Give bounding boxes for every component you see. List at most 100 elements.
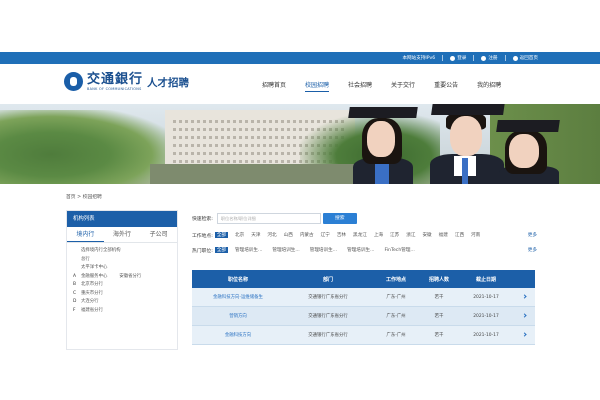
column-header: 部门 <box>322 276 333 283</box>
category-label: 热门职位: <box>192 248 213 254</box>
job-title-link[interactable]: 金融科技方向 <box>192 332 284 338</box>
category-filter: 热门职位: 全部 管理培训生... 管理培训生... 管理培训生... 管理培训… <box>192 244 537 256</box>
location-option[interactable]: 浙江 <box>406 232 415 238</box>
nav-recruit-home[interactable]: 招聘首页 <box>262 80 286 92</box>
location-option[interactable]: 河北 <box>267 232 276 238</box>
location-option[interactable]: 江西 <box>455 232 464 238</box>
category-option[interactable]: 管理培训生... <box>310 247 337 253</box>
org-list-item[interactable]: D 大连分行 <box>73 298 171 307</box>
category-option[interactable]: 全部 <box>214 247 229 253</box>
category-option[interactable]: 管理培训生... <box>235 247 262 253</box>
location-label: 工作地点: <box>192 233 213 239</box>
home-icon <box>512 55 518 61</box>
column-header: 职位名称 <box>227 276 248 283</box>
org-name: 总行 <box>81 256 90 262</box>
location-option[interactable]: 河南 <box>471 232 480 238</box>
location-option[interactable]: 黑龙江 <box>353 232 367 238</box>
deadline-cell: 2021-10-17 <box>473 294 499 300</box>
graduate-figure <box>495 118 565 184</box>
sidebar-tabs: 境内行 海外行 子公司 <box>67 227 177 243</box>
register-link[interactable]: 注册 <box>481 55 498 61</box>
location-option[interactable]: 天津 <box>251 232 260 238</box>
table-row[interactable]: 营销方向 交通银行广东省分行 广东-广州 若干 2021-10-17 <box>192 307 535 326</box>
department-cell: 交通银行广东省分行 <box>308 333 348 338</box>
banner-trees <box>0 110 170 184</box>
deadline-cell: 2021-10-17 <box>473 313 499 319</box>
chevron-right-icon[interactable] <box>522 312 527 318</box>
edit-icon <box>481 55 487 61</box>
search-button[interactable]: 搜索 <box>322 212 357 224</box>
nav-campus-recruit[interactable]: 校园招聘 <box>305 80 330 92</box>
org-list-item[interactable]: 太平洋卡中心 <box>73 264 171 273</box>
org-list: 选择境内行全部机构 总行 太平洋卡中心 A 金融服务中心 安徽省分行 B 北京市分行 … <box>67 243 177 319</box>
job-title-link[interactable]: 营销方向 <box>192 313 284 319</box>
org-list-item[interactable]: 总行 <box>73 256 171 265</box>
bank-logo[interactable]: 交通銀行 BANK OF COMMUNICATIONS 人才招聘 <box>64 72 189 91</box>
location-option[interactable]: 福建 <box>439 232 448 238</box>
org-name: 大连分行 <box>81 299 99 304</box>
org-list-item[interactable]: C 重庆市分行 <box>73 290 171 299</box>
location-option[interactable]: 山西 <box>284 232 293 238</box>
category-more-link[interactable]: 更多 <box>528 247 537 253</box>
org-name: 金融服务中心 <box>81 273 108 279</box>
nav-announcements[interactable]: 重要公告 <box>434 80 458 92</box>
ipv6-notice: 本网站支持IPv6 <box>402 56 436 61</box>
nav-about[interactable]: 关于交行 <box>391 80 415 92</box>
search-input[interactable]: 职位名称/职位详细 <box>216 212 321 224</box>
back-home-link[interactable]: 返回首页 <box>512 55 538 61</box>
location-cell: 广东-广州 <box>386 295 406 300</box>
table-row[interactable]: 金融科技方向-运维储备生 交通银行广东省分行 广东-广州 若干 2021-10-… <box>192 288 535 307</box>
index-letter: C <box>73 290 77 296</box>
tab-subsidiaries[interactable]: 子公司 <box>140 227 177 242</box>
headcount-cell: 若干 <box>434 333 444 338</box>
tab-overseas[interactable]: 海外行 <box>104 227 141 242</box>
category-option[interactable]: FinTech管理... <box>384 247 414 253</box>
divider <box>473 55 475 61</box>
org-list-item[interactable]: F 福建省分行 <box>73 307 171 316</box>
headcount-cell: 若干 <box>434 314 444 319</box>
org-sidebar: 机构列表 境内行 海外行 子公司 选择境内行全部机构 总行 太平洋卡中心 A 金融… <box>66 210 178 350</box>
location-option[interactable]: 全部 <box>214 232 229 238</box>
table-body: 金融科技方向-运维储备生 交通银行广东省分行 广东-广州 若干 2021-10-… <box>192 288 535 345</box>
breadcrumb[interactable]: 首页 > 校园招聘 <box>66 193 102 200</box>
index-letter: B <box>73 282 77 287</box>
location-option[interactable]: 安徽 <box>422 232 431 238</box>
bank-name-cn: 交通銀行 <box>87 71 144 87</box>
org-list-item[interactable]: A 金融服务中心 安徽省分行 <box>73 273 171 282</box>
column-header: 工作地点 <box>385 276 406 283</box>
table-row[interactable]: 金融科技方向 交通银行广东省分行 广东-广州 若干 2021-10-17 <box>192 326 535 345</box>
column-header: 截止日期 <box>475 276 496 283</box>
org-list-item[interactable]: 选择境内行全部机构 <box>73 247 171 256</box>
org-name: 选择境内行全部机构 <box>81 248 121 253</box>
login-label: 登录 <box>457 56 467 61</box>
nav-social-recruit[interactable]: 社会招聘 <box>348 80 372 92</box>
deadline-cell: 2021-10-17 <box>473 332 499 338</box>
location-option[interactable]: 上海 <box>374 232 383 238</box>
login-link[interactable]: 登录 <box>450 55 466 61</box>
job-title-link[interactable]: 金融科技方向-运维储备生 <box>192 294 284 300</box>
category-option[interactable]: 管理培训生... <box>347 247 374 253</box>
table-header: 职位名称 部门 工作地点 招聘人数 截止日期 <box>192 270 535 288</box>
location-option[interactable]: 北京 <box>235 232 244 238</box>
location-filter: 工作地点: 全部 北京 天津 河北 山西 内蒙古 辽宁 吉林 黑龙江 上海 江苏… <box>192 229 537 241</box>
bank-name-en: BANK OF COMMUNICATIONS <box>87 86 142 91</box>
headcount-cell: 若干 <box>434 295 444 300</box>
tab-domestic[interactable]: 境内行 <box>67 227 104 242</box>
index-letter: F <box>73 307 76 313</box>
location-option[interactable]: 内蒙古 <box>300 232 314 238</box>
org-list-item[interactable]: B 北京市分行 <box>73 281 171 290</box>
index-letter: D <box>73 299 77 304</box>
category-option[interactable]: 管理培训生... <box>272 247 299 253</box>
location-option[interactable]: 江苏 <box>390 232 399 238</box>
bank-logo-icon <box>64 72 83 91</box>
utility-bar: 本网站支持IPv6 登录 注册 返回首页 <box>0 52 600 64</box>
hero-banner-image <box>0 104 600 184</box>
location-option[interactable]: 吉林 <box>337 232 346 238</box>
nav-my-recruit[interactable]: 我的招聘 <box>477 80 501 92</box>
chevron-right-icon[interactable] <box>522 331 527 337</box>
org-name[interactable]: 安徽省分行 <box>119 273 141 282</box>
job-table: 职位名称 部门 工作地点 招聘人数 截止日期 金融科技方向-运维储备生 交通银行… <box>192 270 535 345</box>
location-option[interactable]: 辽宁 <box>321 232 330 238</box>
location-more-link[interactable]: 更多 <box>528 232 537 238</box>
chevron-right-icon[interactable] <box>522 293 527 299</box>
